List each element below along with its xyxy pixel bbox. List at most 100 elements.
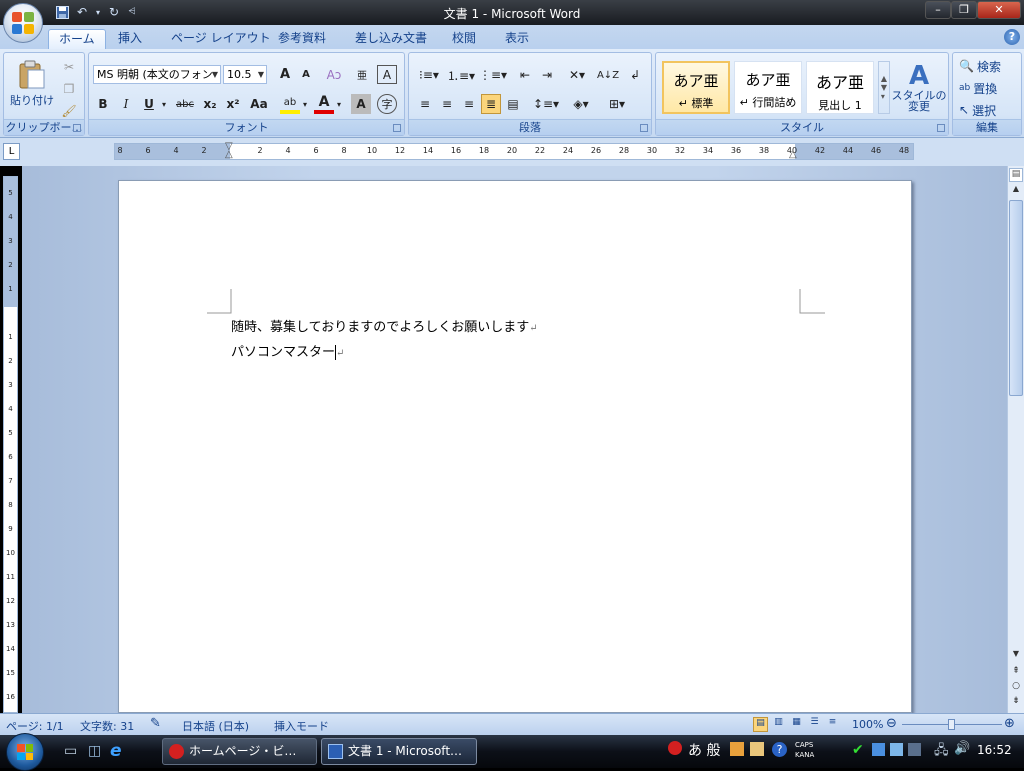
multilevel-list-icon[interactable]: ⋮≡▾ (479, 65, 507, 85)
web-layout-icon[interactable]: ▦ (789, 717, 804, 732)
ime-help-icon[interactable]: ? (772, 742, 787, 757)
enclose-characters-button[interactable]: 字 (377, 94, 397, 114)
tab-insert[interactable]: 挿入 (108, 29, 152, 49)
phonetic-guide-icon[interactable]: 亜 (352, 65, 372, 84)
highlight-button[interactable]: ab (280, 94, 300, 114)
font-color-button[interactable]: A (314, 94, 334, 114)
font-color-dropdown-icon[interactable]: ▾ (334, 94, 344, 114)
increase-indent-icon[interactable]: ⇥ (537, 65, 557, 85)
zoom-slider[interactable] (902, 719, 1002, 730)
tab-home[interactable]: ホーム (48, 29, 106, 49)
bold-button[interactable]: B (93, 94, 113, 114)
tab-mailings[interactable]: 差し込み文書 (345, 29, 437, 49)
italic-button[interactable]: I (116, 94, 136, 114)
highlight-dropdown-icon[interactable]: ▾ (300, 94, 310, 114)
tab-selector[interactable]: L (3, 143, 20, 160)
cut-icon[interactable]: ✂ (60, 58, 78, 76)
browse-object-icon[interactable]: ○ (1009, 681, 1023, 695)
style-heading-1[interactable]: あア亜 見出し 1 (806, 61, 874, 114)
proofing-icon[interactable]: ✎ (150, 716, 161, 731)
paragraph-2[interactable]: パソコンマスター↵ (231, 341, 344, 360)
zoom-out-icon[interactable]: ⊖ (886, 716, 897, 731)
font-size-combo[interactable]: 10.5 ▼ (223, 65, 267, 84)
change-styles-button[interactable]: A スタイルの 変更 (892, 57, 947, 117)
office-button[interactable] (3, 3, 43, 43)
scroll-down-icon[interactable]: ▼ (1009, 649, 1023, 663)
tab-review[interactable]: 校閲 (442, 29, 486, 49)
align-right-icon[interactable]: ≡ (459, 94, 479, 114)
help-icon[interactable]: ? (1004, 29, 1020, 45)
style-no-spacing[interactable]: あア亜 ↵ 行間詰め (734, 61, 802, 114)
justify-icon[interactable]: ≣ (481, 94, 501, 114)
zoom-level[interactable]: 100% (852, 718, 883, 731)
align-left-icon[interactable]: ≡ (415, 94, 435, 114)
full-screen-reading-icon[interactable]: ▥ (771, 717, 786, 732)
undo-dropdown-icon[interactable]: ▾ (94, 4, 102, 20)
align-center-icon[interactable]: ≡ (437, 94, 457, 114)
paste-button[interactable]: 貼り付け (10, 56, 54, 112)
next-page-icon[interactable]: ⇟ (1009, 696, 1023, 710)
subscript-button[interactable]: x₂ (200, 94, 220, 114)
shrink-font-button[interactable]: A (296, 65, 316, 84)
ime-tool-icon[interactable] (730, 742, 744, 756)
language-indicator[interactable]: 日本語 (日本) (182, 718, 249, 734)
taskbar-task-homepage[interactable]: ホームページ・ビ… (162, 738, 317, 765)
restore-button[interactable]: ❐ (951, 1, 977, 19)
select-button[interactable]: ↖ 選択 (959, 101, 1019, 119)
minimize-button[interactable]: – (925, 1, 951, 19)
scroll-up-icon[interactable]: ▲ (1009, 184, 1023, 198)
indent-marker-icon[interactable]: ▽ △ (225, 142, 235, 160)
borders-icon[interactable]: ⊞▾ (603, 94, 631, 114)
undo-icon[interactable]: ↶ (74, 4, 90, 20)
line-spacing-icon[interactable]: ↕≡▾ (533, 94, 559, 114)
style-normal[interactable]: あア亜 ↵ 標準 (662, 61, 730, 114)
switch-windows-icon[interactable]: ◫ (88, 743, 101, 759)
numbering-icon[interactable]: ⒈≡▾ (447, 65, 475, 85)
strikethrough-button[interactable]: abc (173, 94, 197, 114)
word-count[interactable]: 文字数: 31 (80, 718, 134, 734)
character-shading-button[interactable]: A (351, 94, 371, 114)
show-marks-icon[interactable]: ↲ (625, 65, 645, 85)
tab-references[interactable]: 参考資料 (268, 29, 336, 49)
styles-scroll[interactable]: ▲ ▼ ▾ (878, 61, 890, 114)
start-button[interactable] (6, 733, 44, 771)
bullets-icon[interactable]: ⁝≡▾ (415, 65, 443, 85)
shading-icon[interactable]: ◈▾ (567, 94, 595, 114)
tray-icon[interactable] (872, 743, 885, 756)
sort-icon[interactable]: A↓Z (597, 65, 619, 85)
clear-format-icon[interactable]: Aↄ (324, 65, 344, 84)
decrease-indent-icon[interactable]: ⇤ (515, 65, 535, 85)
tab-view[interactable]: 表示 (495, 29, 539, 49)
copy-icon[interactable]: ❐ (60, 80, 78, 98)
ruler-toggle-icon[interactable]: ▤ (1009, 168, 1023, 182)
character-border-button[interactable]: A (377, 65, 397, 84)
save-icon[interactable] (54, 4, 70, 20)
underline-button[interactable]: U (139, 94, 159, 114)
tab-page-layout[interactable]: ページ レイアウト (161, 29, 281, 49)
check-icon[interactable]: ✔ (852, 742, 864, 758)
superscript-button[interactable]: x² (223, 94, 243, 114)
grow-font-button[interactable]: A (275, 65, 295, 84)
format-painter-icon[interactable]: 🖌 (60, 102, 78, 120)
vertical-scrollbar[interactable]: ▤ ▲ ▼ ⇞ ○ ⇟ (1007, 166, 1024, 713)
ime-icon[interactable] (668, 741, 682, 755)
horizontal-ruler[interactable]: 8 6 4 2 2 4 6 8 10 12 14 16 18 20 22 24 26 28 30 32 34 36 38 40… (114, 142, 914, 160)
font-launcher-icon[interactable] (393, 124, 401, 132)
scroll-thumb[interactable] (1009, 200, 1023, 396)
change-case-button[interactable]: Aa (246, 94, 272, 114)
redo-icon[interactable]: ↻ (106, 4, 122, 20)
zoom-slider-thumb[interactable] (948, 719, 955, 730)
distributed-icon[interactable]: ▤ (503, 94, 523, 114)
tray-icon[interactable] (908, 743, 921, 756)
outline-icon[interactable]: ☰ (807, 717, 822, 732)
vertical-ruler[interactable]: 5 4 3 2 1 1 2 3 4 5 6 7 8 9 10 11 12 13 14 15 16 (3, 176, 18, 713)
page-count[interactable]: ページ: 1/1 (6, 718, 64, 734)
customize-qat-icon[interactable]: ⩤ (126, 4, 138, 20)
internet-explorer-icon[interactable]: e (110, 741, 122, 761)
print-layout-icon[interactable]: ▤ (753, 717, 768, 732)
taskbar-task-word[interactable]: 文書 1 - Microsoft… (321, 738, 477, 765)
underline-dropdown-icon[interactable]: ▾ (159, 94, 169, 114)
ime-pad-icon[interactable] (750, 742, 764, 756)
styles-launcher-icon[interactable] (937, 124, 945, 132)
clipboard-launcher-icon[interactable] (73, 124, 81, 132)
